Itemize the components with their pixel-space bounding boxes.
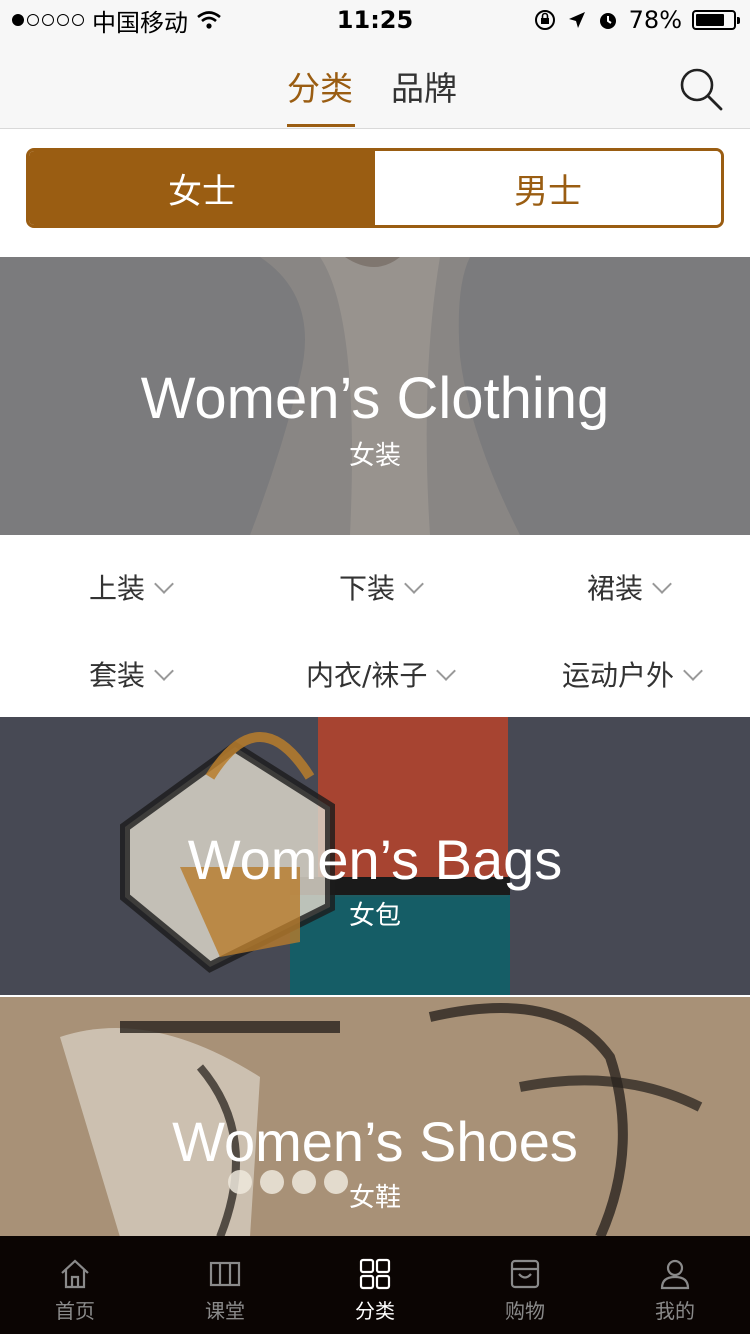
banner-title: Women’s Clothing (140, 366, 610, 431)
subcategory-bottoms[interactable]: 下装 (339, 567, 424, 607)
user-icon (660, 1259, 690, 1290)
subcategory-label: 套装 (89, 659, 146, 692)
tab-label: 分类 (355, 1299, 395, 1323)
tab-label: 首页 (55, 1299, 95, 1323)
subcategory-skirts[interactable]: 裙装 (587, 567, 672, 607)
subcategory-sports[interactable]: 运动户外 (562, 654, 703, 694)
tab-home[interactable]: 首页 (0, 1236, 150, 1334)
grid-icon (359, 1258, 391, 1290)
banner-title: Women’s Shoes (172, 1110, 578, 1173)
subcategory-label: 运动户外 (562, 659, 675, 692)
banner-womens-shoes[interactable]: Women’s Shoes 女鞋 (0, 997, 750, 1237)
status-bar: 中国移动 11:25 78% (0, 0, 750, 40)
bottom-tab-bar: 首页 课堂 分类 购物 我的 (0, 1236, 750, 1334)
top-nav: 分类 品牌 (0, 40, 750, 129)
chevron-down-icon (154, 574, 174, 594)
banner-subtitle: 女包 (348, 901, 401, 931)
tab-classroom[interactable]: 课堂 (150, 1236, 300, 1334)
tab-brand[interactable]: 品牌 (391, 62, 457, 110)
gender-segment: 女士 男士 (26, 148, 724, 228)
chevron-down-icon (683, 661, 703, 681)
tab-label: 我的 (655, 1299, 695, 1323)
tab-me[interactable]: 我的 (600, 1236, 750, 1334)
battery-percent: 78% (628, 6, 682, 34)
banner-subtitle: 女鞋 (348, 1183, 401, 1213)
subcategory-suits[interactable]: 套装 (89, 654, 174, 694)
rotation-lock-icon (534, 10, 555, 30)
subcategory-tops[interactable]: 上装 (89, 567, 174, 607)
home-icon (61, 1259, 89, 1289)
chevron-down-icon (154, 661, 174, 681)
status-right: 78% (533, 0, 740, 40)
subcategory-label: 裙装 (587, 572, 644, 605)
subcategory-label: 下装 (339, 572, 396, 605)
tab-label: 购物 (505, 1299, 545, 1323)
chevron-down-icon (404, 574, 424, 594)
tab-category-bottom[interactable]: 分类 (300, 1236, 450, 1334)
battery-icon (692, 10, 740, 30)
alarm-icon (599, 13, 616, 29)
chevron-down-icon (652, 574, 672, 594)
book-icon (209, 1261, 241, 1287)
banner-womens-clothing[interactable]: Women’s Clothing 女装 (0, 257, 750, 535)
search-icon[interactable] (678, 66, 724, 112)
battery-level (696, 14, 725, 26)
chevron-down-icon (436, 661, 457, 681)
tab-label: 课堂 (205, 1299, 245, 1323)
banner-womens-bags[interactable]: Women’s Bags 女包 (0, 717, 750, 995)
subcategory-label: 上装 (89, 572, 146, 605)
banner-subtitle: 女装 (348, 441, 401, 471)
segment-women[interactable]: 女士 (29, 151, 375, 225)
banner-title: Women’s Bags (187, 828, 563, 891)
tab-category[interactable]: 分类 (287, 62, 353, 110)
segment-men[interactable]: 男士 (375, 151, 721, 225)
subcategory-underwear[interactable]: 内衣/袜子 (306, 654, 457, 694)
active-tab-indicator (287, 124, 355, 127)
bag-icon (510, 1259, 540, 1289)
subcategory-grid: 上装 下装 裙装 套装 内衣/袜子 运动户外 (0, 535, 750, 717)
tab-shopping[interactable]: 购物 (450, 1236, 600, 1334)
location-icon (568, 12, 585, 28)
subcategory-label: 内衣/袜子 (306, 659, 428, 692)
